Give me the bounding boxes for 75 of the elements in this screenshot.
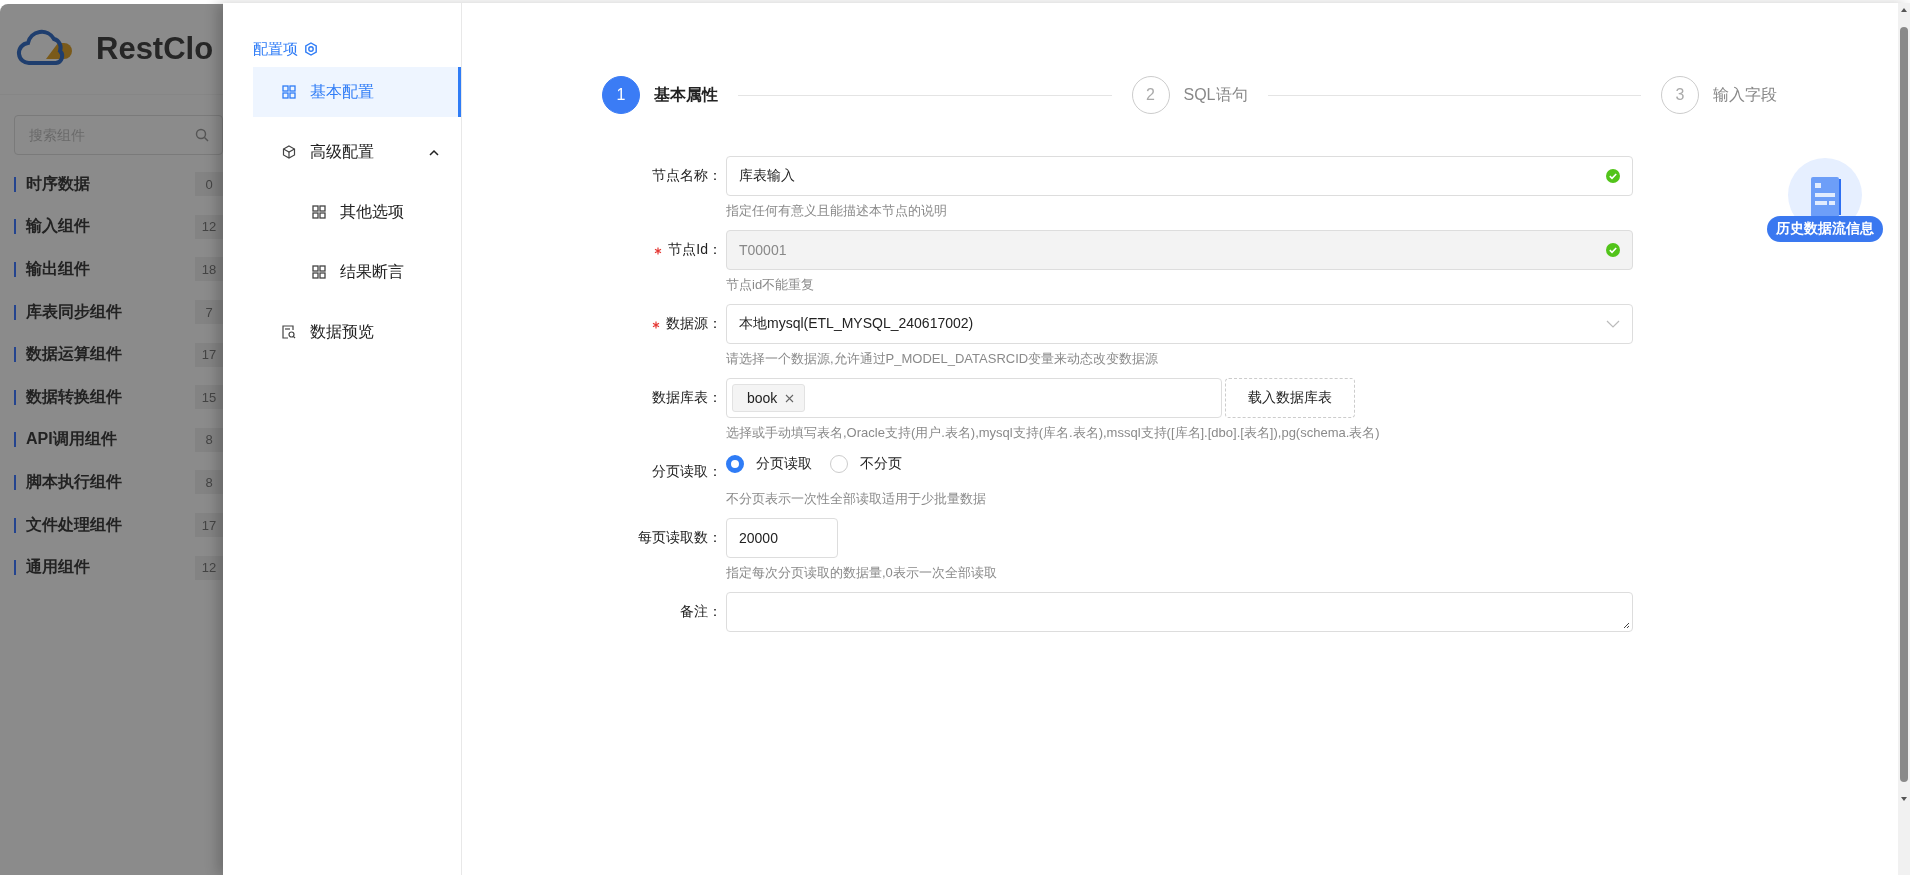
select-field[interactable]: 本地mysql(ETL_MYSQL_240617002) — [726, 304, 1633, 344]
category-count: 7 — [195, 300, 223, 325]
close-icon[interactable] — [785, 393, 795, 403]
load-tables-button[interactable]: 载入数据库表 — [1225, 378, 1355, 418]
menu-item[interactable]: 数据预览 — [253, 307, 461, 357]
category-count: 0 — [195, 172, 223, 197]
field-label: 每页读取数： — [638, 529, 722, 547]
radio-label[interactable]: 分页读取 — [756, 455, 812, 473]
chevron-down-icon — [1606, 320, 1620, 328]
category-marker — [14, 347, 16, 363]
category-count: 17 — [195, 342, 223, 367]
category-count: 8 — [195, 470, 223, 495]
field-hint: 指定每次分页读取的数据量,0表示一次全部读取 — [726, 564, 998, 582]
menu-item[interactable]: 高级配置 — [253, 127, 461, 177]
category-item[interactable]: 时序数据 — [26, 173, 195, 195]
category-item[interactable]: 通用组件 — [26, 557, 195, 579]
category-count: 12 — [195, 214, 223, 239]
category-count: 15 — [195, 385, 223, 410]
tag-text: book — [747, 390, 778, 406]
category-item[interactable]: 数据转换组件 — [26, 386, 195, 408]
category-marker — [14, 432, 16, 448]
tag-select-field[interactable]: book — [726, 378, 1222, 418]
preview-icon — [282, 325, 296, 339]
search-icon — [195, 128, 209, 142]
category-marker — [14, 560, 16, 576]
category-marker — [14, 176, 16, 192]
field-label: 备注： — [680, 603, 722, 621]
remark-field[interactable] — [726, 592, 1633, 632]
grid-icon — [312, 205, 326, 219]
category-item[interactable]: API调用组件 — [26, 429, 195, 451]
field-hint: 选择或手动填写表名,Oracle支持(用户.表名),mysql支持(库名.表名),mssql支持([库名].[dbo].[表名]),pg(schema.表名) — [726, 424, 1381, 442]
field-hint: 请选择一个数据源,允许通过P_MODEL_DATASRCID变量来动态改变数据源 — [726, 350, 1160, 368]
category-marker — [14, 219, 16, 235]
step-label[interactable]: 输入字段 — [1713, 84, 1777, 106]
grid-icon — [312, 265, 326, 279]
category-item[interactable]: 输出组件 — [26, 259, 195, 280]
category-item[interactable]: 库表同步组件 — [26, 301, 195, 323]
category-marker — [14, 262, 16, 277]
scrollbar[interactable] — [1898, 3, 1910, 875]
category-count: 18 — [195, 257, 223, 282]
category-count: 8 — [195, 427, 223, 452]
menu-item[interactable]: 结果断言 — [253, 247, 461, 297]
category-count: 17 — [195, 513, 223, 538]
step-label[interactable]: SQL语句 — [1183, 84, 1248, 106]
category-marker — [14, 474, 16, 490]
resize-handle-icon[interactable] — [1623, 622, 1630, 629]
category-item[interactable]: 数据运算组件 — [26, 344, 195, 366]
text-field[interactable]: 库表输入 — [726, 156, 1633, 196]
field-hint: 节点id不能重复 — [726, 276, 816, 294]
category-item[interactable]: 输入组件 — [26, 216, 195, 238]
logo-text: RestClo — [96, 31, 214, 67]
radio-button[interactable] — [830, 455, 848, 473]
grid-icon — [282, 85, 296, 99]
category-marker — [14, 517, 16, 533]
step-number: 1 — [602, 76, 640, 114]
field-label: 数据库表： — [652, 389, 722, 407]
radio-label[interactable]: 不分页 — [860, 455, 902, 473]
category-item[interactable]: 文件处理组件 — [26, 514, 195, 536]
category-marker — [14, 389, 16, 405]
category-item[interactable]: 脚本执行组件 — [26, 471, 195, 493]
menu-title: 配置项 — [253, 39, 298, 59]
category-count: 12 — [195, 555, 223, 580]
history-badge[interactable]: 历史数据流信息 — [1767, 216, 1883, 242]
step-label[interactable]: 基本属性 — [654, 84, 718, 106]
field-label: 分页读取： — [652, 463, 722, 481]
radio-button[interactable] — [726, 455, 744, 473]
category-marker — [14, 304, 16, 320]
menu-item[interactable]: 基本配置 — [253, 67, 461, 117]
settings-icon[interactable] — [304, 42, 318, 56]
menu-item[interactable]: 其他选项 — [253, 187, 461, 237]
number-field[interactable]: 20000 — [726, 518, 838, 558]
field-hint: 指定任何有意义且能描述本节点的说明 — [726, 202, 948, 220]
field-label: 节点名称： — [652, 167, 722, 185]
cube-icon — [282, 145, 296, 159]
field-hint: 不分页表示一次性全部读取适用于少批量数据 — [726, 490, 987, 508]
